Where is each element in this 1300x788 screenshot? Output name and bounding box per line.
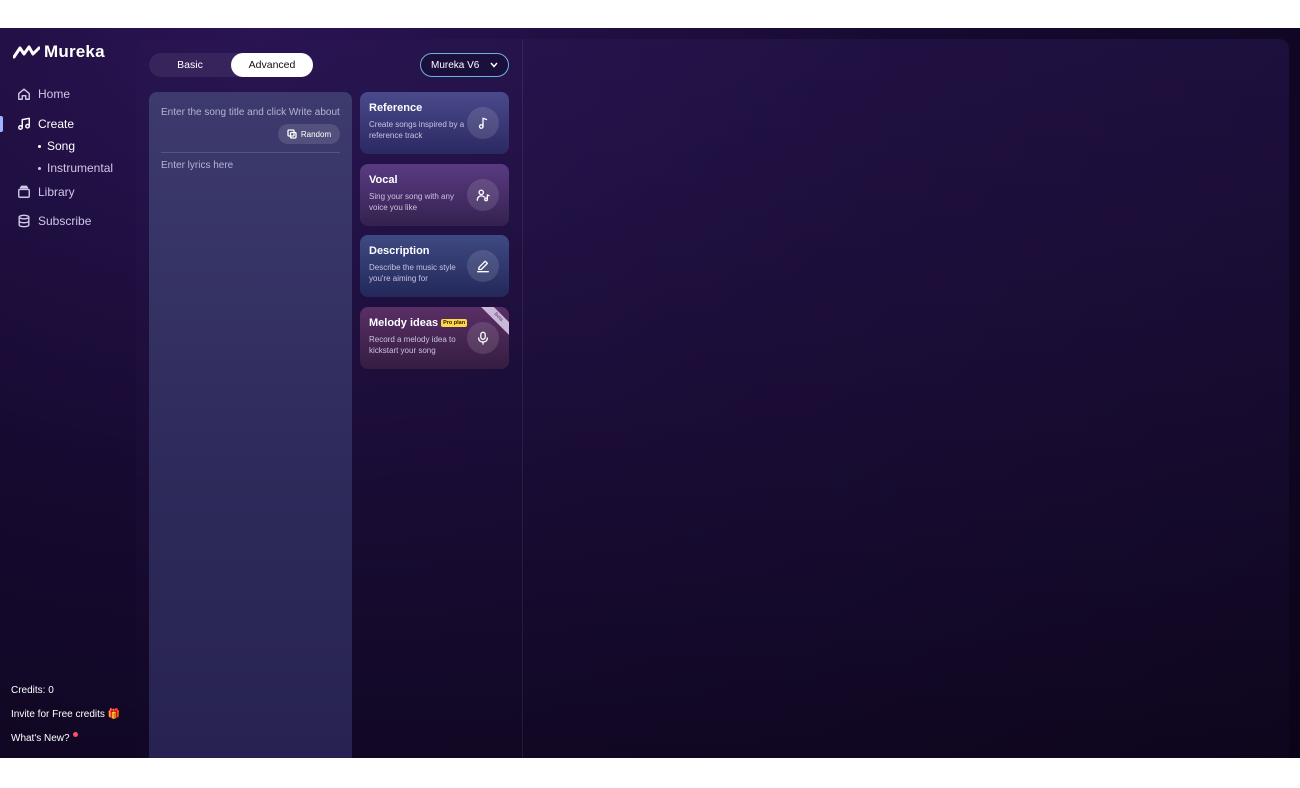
pro-plan-badge: Pro plan xyxy=(441,319,468,327)
card-icon-button[interactable] xyxy=(467,107,499,139)
sidebar-subitem-instrumental[interactable]: Instrumental xyxy=(38,161,113,175)
invite-text: Invite for Free credits 🎁 xyxy=(11,709,121,720)
lyrics-editor: Random xyxy=(149,92,352,758)
whats-new-link[interactable]: What's New? xyxy=(11,732,78,744)
sidebar-subitem-label: Instrumental xyxy=(47,161,114,175)
card-description: Describe the music style you're aiming f… xyxy=(369,263,456,283)
dice-icon xyxy=(287,129,297,139)
sidebar-item-create[interactable]: Create xyxy=(17,117,74,131)
pencil-icon xyxy=(477,260,489,273)
sidebar-item-label: Library xyxy=(38,185,75,199)
tab-basic[interactable]: Basic xyxy=(149,53,231,77)
tab-advanced[interactable]: Advanced xyxy=(231,53,313,77)
invite-link[interactable]: Invite for Free credits 🎁 xyxy=(11,709,120,720)
mureka-logo-icon xyxy=(13,45,40,59)
sidebar-item-home[interactable]: Home xyxy=(17,87,70,101)
model-select-value: Mureka V6 xyxy=(431,59,480,71)
nav-active-indicator xyxy=(0,116,3,132)
card-title: Reference xyxy=(369,102,422,114)
card-title-text: Vocal xyxy=(369,174,398,186)
melody-ideas-card[interactable]: Melody ideas Pro plan Record a melody id… xyxy=(360,307,509,369)
music-note-icon xyxy=(478,117,488,129)
card-description: Record a melody idea to kickstart your s… xyxy=(369,335,456,355)
person-music-icon xyxy=(476,189,490,202)
database-icon xyxy=(18,214,30,228)
vocal-card[interactable]: Vocal Sing your song with any voice you … xyxy=(360,164,509,226)
song-title-input[interactable] xyxy=(161,104,343,120)
sidebar: Mureka Home Create Song Instrumental Lib… xyxy=(0,28,136,758)
lyrics-input[interactable] xyxy=(161,160,343,740)
home-icon xyxy=(18,88,30,100)
sidebar-item-label: Subscribe xyxy=(38,214,92,228)
bullet-icon xyxy=(38,166,41,170)
card-icon-button[interactable] xyxy=(467,179,499,211)
sidebar-item-label: Home xyxy=(38,87,71,101)
card-title: Melody ideas Pro plan xyxy=(369,317,468,329)
description-card[interactable]: Description Describe the music style you… xyxy=(360,235,509,297)
whats-new-text: What's New? xyxy=(11,733,70,744)
app-window: Mureka Home Create Song Instrumental Lib… xyxy=(0,28,1300,758)
microphone-icon xyxy=(477,331,489,345)
random-button[interactable]: Random xyxy=(278,124,340,144)
card-icon-button[interactable] xyxy=(467,250,499,282)
sidebar-item-label: Create xyxy=(38,117,75,131)
sidebar-subitem-song[interactable]: Song xyxy=(38,139,75,153)
sidebar-subitem-label: Song xyxy=(47,139,76,153)
card-description: Sing your song with any voice you like xyxy=(369,192,454,212)
card-icon-button[interactable] xyxy=(467,322,499,354)
card-title-text: Melody ideas xyxy=(369,317,439,329)
model-select[interactable]: Mureka V6 xyxy=(420,53,509,77)
editor-divider xyxy=(161,152,340,153)
chevron-down-icon xyxy=(490,62,498,68)
panel-divider xyxy=(522,39,523,758)
card-title: Vocal xyxy=(369,174,398,186)
card-title-text: Description xyxy=(369,245,430,257)
logo-text: Mureka xyxy=(44,42,105,61)
credits-text: Credits: 0 xyxy=(11,685,54,696)
mode-toggle: Basic Advanced xyxy=(149,53,313,77)
sidebar-item-subscribe[interactable]: Subscribe xyxy=(17,214,91,228)
sidebar-item-library[interactable]: Library xyxy=(17,185,75,199)
reference-card[interactable]: Reference Create songs inspired by a ref… xyxy=(360,92,509,154)
logo[interactable]: Mureka xyxy=(13,42,105,62)
music-note-icon xyxy=(18,117,30,130)
credits-label: Credits: 0 xyxy=(11,685,54,696)
bullet-icon xyxy=(38,144,41,148)
notification-dot-icon xyxy=(72,732,78,737)
card-title-text: Reference xyxy=(369,102,423,114)
card-description: Create songs inspired by a reference tra… xyxy=(369,120,465,140)
library-icon xyxy=(18,185,30,198)
random-button-label: Random xyxy=(300,129,332,139)
card-title: Description xyxy=(369,245,430,257)
